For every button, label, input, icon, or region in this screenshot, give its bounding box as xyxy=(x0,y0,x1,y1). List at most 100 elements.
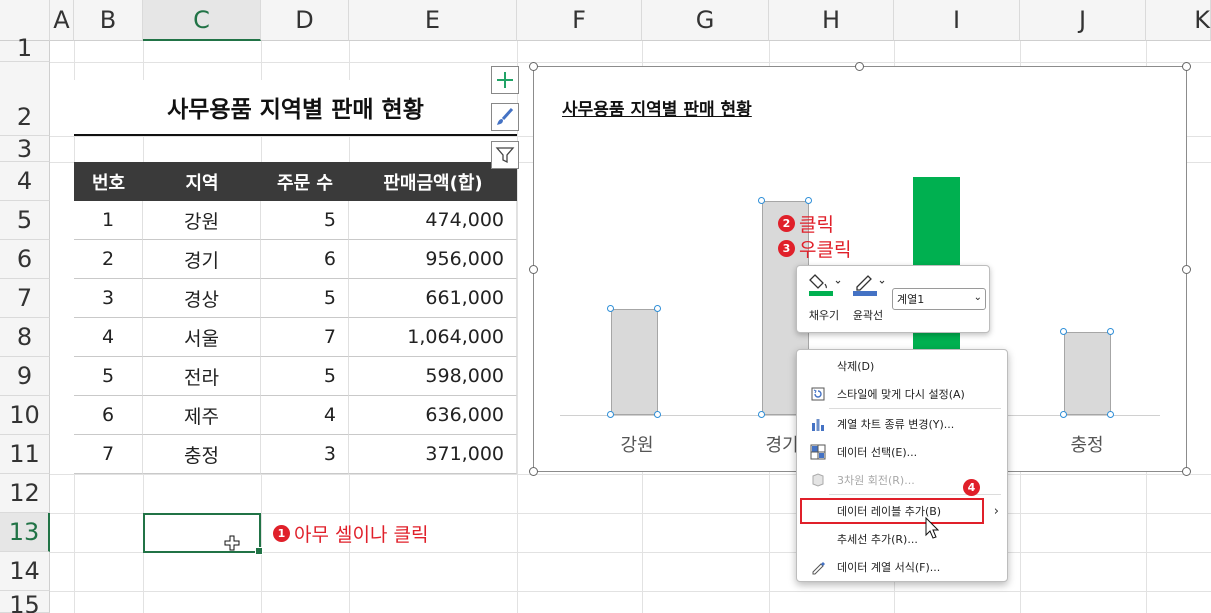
bar-selection-handle[interactable] xyxy=(1059,411,1067,418)
menu-item-change-chart-type[interactable]: 계열 차트 종류 변경(Y)... xyxy=(797,410,1007,438)
chart-filters-button[interactable] xyxy=(491,141,519,169)
bar-selection-handle[interactable] xyxy=(1106,328,1114,335)
step-badge: 3 xyxy=(778,240,795,257)
row-header-9[interactable]: 9 xyxy=(0,357,50,396)
cell-no[interactable]: 7 xyxy=(74,435,143,474)
cell-region[interactable]: 경상 xyxy=(143,279,261,318)
cell-no[interactable]: 4 xyxy=(74,318,143,357)
annotation-4-badge: 4 xyxy=(963,479,980,496)
row-header-13[interactable]: 13 xyxy=(0,513,50,552)
bar-selection-handle[interactable] xyxy=(606,305,614,312)
bar-selection-handle[interactable] xyxy=(757,411,765,418)
resize-handle[interactable] xyxy=(1182,265,1191,274)
bar-selection-handle[interactable] xyxy=(1106,411,1114,418)
cell-region[interactable]: 충정 xyxy=(143,435,261,474)
chart-title[interactable]: 사무용품 지역별 판매 현황 xyxy=(562,95,752,120)
row-header-4[interactable]: 4 xyxy=(0,162,50,201)
resize-handle[interactable] xyxy=(529,62,538,71)
col-header-d[interactable]: D xyxy=(261,0,349,41)
row-header-10[interactable]: 10 xyxy=(0,396,50,435)
row-header-3[interactable]: 3 xyxy=(0,136,50,162)
cell-region[interactable]: 전라 xyxy=(143,357,261,396)
cell-sales[interactable]: 1,064,000 xyxy=(349,318,517,357)
bar-selection-handle[interactable] xyxy=(804,197,812,204)
cell-region[interactable]: 제주 xyxy=(143,396,261,435)
cell-sales[interactable]: 636,000 xyxy=(349,396,517,435)
menu-item-label: 추세선 추가(R)... xyxy=(837,533,918,546)
cell-orders[interactable]: 6 xyxy=(261,240,349,279)
resize-handle[interactable] xyxy=(1182,62,1191,71)
bar-selection-handle[interactable] xyxy=(653,411,661,418)
cell-no[interactable]: 6 xyxy=(74,396,143,435)
series-select[interactable]: 계열1 ⌄ xyxy=(892,288,986,310)
menu-item-reset-style[interactable]: 스타일에 맞게 다시 설정(A) xyxy=(797,380,1007,408)
menu-item-select-data[interactable]: 데이터 선택(E)... xyxy=(797,438,1007,466)
bar-selection-handle[interactable] xyxy=(757,197,765,204)
cell-orders[interactable]: 3 xyxy=(261,435,349,474)
cell-region[interactable]: 강원 xyxy=(143,201,261,240)
chart-bar-충정[interactable] xyxy=(1063,332,1111,415)
cell-sales[interactable]: 661,000 xyxy=(349,279,517,318)
chart-styles-button[interactable] xyxy=(491,103,519,131)
resize-handle[interactable] xyxy=(855,62,864,71)
row-header-11[interactable]: 11 xyxy=(0,435,50,474)
category-label[interactable]: 강원 xyxy=(620,431,653,457)
row-header-7[interactable]: 7 xyxy=(0,279,50,318)
cell-orders[interactable]: 5 xyxy=(261,357,349,396)
menu-item-format-series[interactable]: 데이터 계열 서식(F)... xyxy=(797,553,1007,581)
cell-region[interactable]: 경기 xyxy=(143,240,261,279)
col-header-g[interactable]: G xyxy=(642,0,769,41)
menu-item-add-trendline[interactable]: 추세선 추가(R)... xyxy=(797,525,1007,553)
row-header-14[interactable]: 14 xyxy=(0,552,50,591)
pen-icon xyxy=(853,275,885,296)
col-header-h[interactable]: H xyxy=(769,0,894,41)
cell-orders[interactable]: 5 xyxy=(261,279,349,318)
cell-region[interactable]: 서울 xyxy=(143,318,261,357)
col-header-e[interactable]: E xyxy=(349,0,517,41)
resize-handle[interactable] xyxy=(1182,467,1191,476)
col-header-b[interactable]: B xyxy=(74,0,143,41)
cell-sales[interactable]: 956,000 xyxy=(349,240,517,279)
category-label[interactable]: 경기 xyxy=(765,431,798,457)
col-header-c[interactable]: C xyxy=(143,0,261,41)
cell-sales[interactable]: 474,000 xyxy=(349,201,517,240)
cell-no[interactable]: 5 xyxy=(74,357,143,396)
cell-orders[interactable]: 4 xyxy=(261,396,349,435)
fill-button[interactable]: 채우기 xyxy=(803,272,845,323)
col-header-i[interactable]: I xyxy=(894,0,1020,41)
chart-elements-button[interactable] xyxy=(491,66,519,94)
header-orders[interactable]: 주문 수 xyxy=(261,162,349,201)
header-region[interactable]: 지역 xyxy=(143,162,261,201)
row-header-1[interactable]: 1 xyxy=(0,36,50,62)
menu-separator xyxy=(829,408,1001,409)
row-header-6[interactable]: 6 xyxy=(0,240,50,279)
outline-button[interactable]: 윤곽선 xyxy=(847,272,889,323)
cell-sales[interactable]: 598,000 xyxy=(349,357,517,396)
category-label[interactable]: 충정 xyxy=(1070,431,1103,457)
chart-bar-강원[interactable] xyxy=(610,309,658,415)
col-header-k[interactable]: K xyxy=(1146,0,1211,41)
cell-sales[interactable]: 371,000 xyxy=(349,435,517,474)
cell-orders[interactable]: 7 xyxy=(261,318,349,357)
bar-selection-handle[interactable] xyxy=(1059,328,1067,335)
sheet-title[interactable]: 사무용품 지역별 판매 현황 xyxy=(74,80,517,136)
menu-item-delete[interactable]: 삭제(D) xyxy=(797,352,1007,380)
row-header-12[interactable]: 12 xyxy=(0,474,50,513)
resize-handle[interactable] xyxy=(529,265,538,274)
cell-no[interactable]: 3 xyxy=(74,279,143,318)
row-header-8[interactable]: 8 xyxy=(0,318,50,357)
resize-handle[interactable] xyxy=(529,467,538,476)
cell-no[interactable]: 1 xyxy=(74,201,143,240)
bar-selection-handle[interactable] xyxy=(653,305,661,312)
col-header-f[interactable]: F xyxy=(517,0,642,41)
active-cell-c13[interactable] xyxy=(143,513,263,555)
cell-orders[interactable]: 5 xyxy=(261,201,349,240)
row-header-5[interactable]: 5 xyxy=(0,201,50,240)
header-number[interactable]: 번호 xyxy=(74,162,143,201)
col-header-j[interactable]: J xyxy=(1020,0,1146,41)
cell-no[interactable]: 2 xyxy=(74,240,143,279)
row-header-15[interactable]: 15 xyxy=(0,591,50,613)
bar-selection-handle[interactable] xyxy=(606,411,614,418)
col-header-a[interactable]: A xyxy=(50,0,74,41)
row-header-2[interactable]: 2 xyxy=(0,62,50,136)
